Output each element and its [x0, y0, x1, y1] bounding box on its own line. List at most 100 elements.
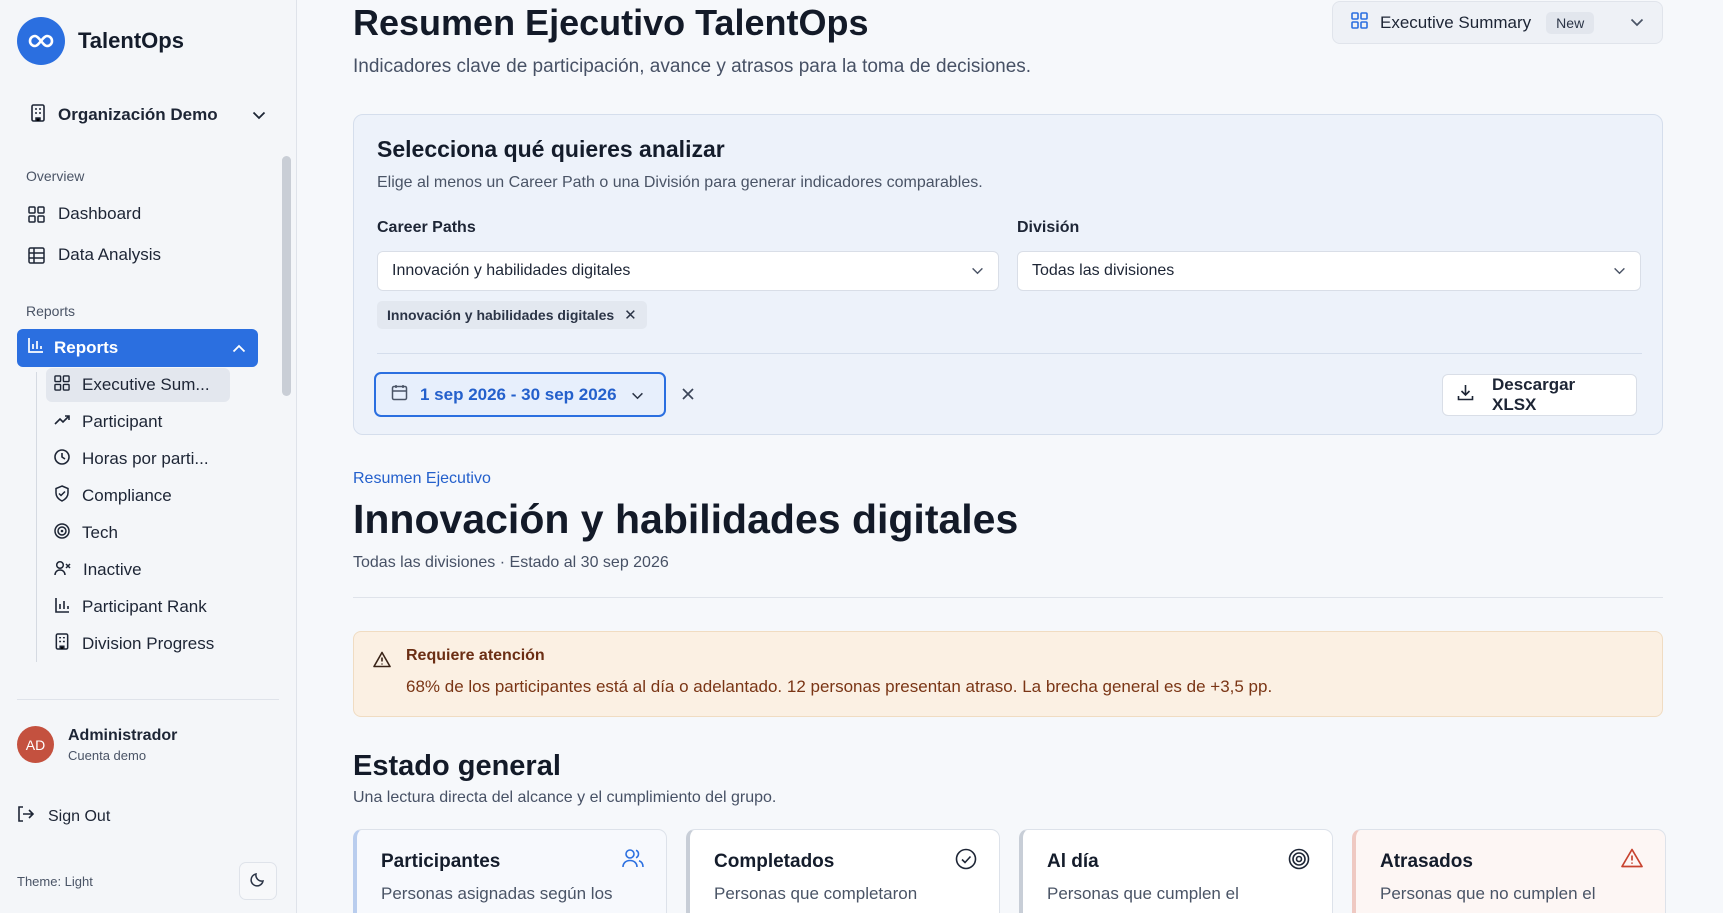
grid-icon — [54, 374, 70, 396]
target-icon — [54, 522, 70, 544]
chevron-down-icon — [971, 262, 984, 280]
submenu-guide-line — [36, 372, 37, 662]
theme-label: Theme: Light — [17, 874, 93, 889]
date-range-value: 1 sep 2026 - 30 sep 2026 — [420, 384, 617, 404]
section-divider — [353, 597, 1663, 598]
clock-icon — [54, 448, 70, 470]
nav-item-label: Dashboard — [58, 204, 142, 223]
nav-item-data-analysis[interactable]: Data Analysis — [26, 239, 161, 271]
organization-label: Organización Demo — [58, 105, 218, 124]
users-icon — [622, 848, 644, 873]
table-icon — [26, 245, 46, 265]
division-select[interactable]: Todas las divisiones — [1017, 251, 1641, 291]
kpi-title: Completados — [714, 851, 835, 872]
sub-item-label: Participant Rank — [82, 597, 207, 616]
bar-chart-icon — [27, 337, 44, 359]
user-profile[interactable]: AD Administrador Cuenta demo — [17, 726, 177, 763]
view-selector[interactable]: Executive Summary New — [1332, 1, 1663, 44]
sub-item-participant-rank[interactable]: Participant Rank — [46, 590, 207, 624]
nav-item-label: Data Analysis — [58, 245, 161, 264]
sub-item-inactive[interactable]: Inactive — [46, 553, 142, 587]
avatar: AD — [17, 726, 54, 763]
shield-check-icon — [54, 485, 70, 507]
kpi-title: Al día — [1047, 851, 1099, 872]
building-icon — [54, 633, 70, 655]
filter-subtitle: Elige al menos un Career Path o una Divi… — [377, 174, 983, 191]
grid-icon — [1351, 11, 1368, 34]
kpi-card-participantes[interactable]: Participantes Personas asignadas según l… — [353, 829, 667, 913]
chevron-down-icon — [1613, 262, 1626, 280]
sidebar-scrollbar[interactable] — [282, 156, 291, 396]
sub-item-label: Inactive — [83, 560, 142, 579]
page-subtitle: Indicadores clave de participación, avan… — [353, 56, 1032, 77]
chip-label: Innovación y habilidades digitales — [387, 307, 615, 323]
status-title: Estado general — [353, 750, 561, 782]
date-range-picker[interactable]: 1 sep 2026 - 30 sep 2026 — [374, 372, 666, 417]
sub-item-label: Division Progress — [82, 634, 215, 653]
alert-title: Requiere atención — [406, 647, 545, 664]
brand[interactable]: TalentOps — [17, 17, 184, 65]
chevron-up-icon — [232, 338, 246, 358]
alert-text: 68% de los participantes está al día o a… — [406, 677, 1273, 696]
main-content: Resumen Ejecutivo TalentOps Indicadores … — [297, 0, 1723, 913]
sub-item-label: Executive Sum... — [82, 375, 210, 394]
summary-meta: Todas las divisiones · Estado al 30 sep … — [353, 554, 669, 571]
sidebar: TalentOps Organización Demo Overview Das… — [0, 0, 297, 913]
building-icon — [30, 103, 46, 127]
brand-name: TalentOps — [78, 28, 184, 53]
user-name: Administrador — [68, 726, 178, 744]
kpi-card-completados[interactable]: Completados Personas que completaron — [686, 829, 1000, 913]
nav-item-dashboard[interactable]: Dashboard — [26, 198, 141, 230]
status-subtitle: Una lectura directa del alcance y el cum… — [353, 789, 777, 806]
warning-icon — [373, 651, 391, 673]
nav-item-reports[interactable]: Reports — [17, 329, 258, 367]
chevron-down-icon — [631, 385, 644, 405]
sub-item-compliance[interactable]: Compliance — [46, 479, 172, 513]
user-account: Cuenta demo — [68, 747, 147, 763]
download-icon — [1457, 384, 1474, 406]
kpi-description: Personas que completaron — [714, 884, 918, 903]
target-icon — [1288, 848, 1310, 875]
talentops-logo-icon — [17, 17, 65, 65]
chevron-down-icon — [1630, 14, 1644, 32]
grid-icon — [26, 204, 46, 224]
new-badge: New — [1546, 11, 1595, 34]
nav-item-label: Reports — [54, 338, 119, 357]
filter-divider — [377, 353, 1642, 354]
sub-item-participant[interactable]: Participant — [46, 405, 162, 439]
career-paths-label: Career Paths — [377, 219, 476, 236]
calendar-icon — [391, 384, 408, 406]
sub-item-label: Compliance — [82, 486, 172, 505]
download-label: Descargar XLSX — [1492, 375, 1576, 414]
clear-date-icon[interactable] — [681, 387, 695, 406]
sign-out-button[interactable]: Sign Out — [17, 806, 110, 827]
chip-remove-icon[interactable]: ✕ — [624, 306, 637, 324]
warning-icon — [1621, 848, 1643, 873]
view-selector-label: Executive Summary — [1380, 12, 1532, 32]
trend-up-icon — [54, 412, 70, 433]
sub-item-horas[interactable]: Horas por parti... — [46, 442, 209, 476]
bar-chart-icon — [54, 597, 70, 618]
kpi-card-atrasados[interactable]: Atrasados Personas que no cumplen el — [1352, 829, 1666, 913]
sidebar-divider — [17, 699, 279, 700]
sign-out-icon — [17, 806, 35, 827]
moon-icon — [250, 871, 266, 892]
sub-item-executive-summary[interactable]: Executive Sum... — [46, 368, 230, 402]
summary-title: Innovación y habilidades digitales — [353, 496, 1019, 542]
kpi-description: Personas que cumplen el — [1047, 884, 1239, 903]
filter-card: Selecciona qué quieres analizar Elige al… — [353, 114, 1663, 435]
sub-item-label: Tech — [82, 523, 118, 542]
organization-selector[interactable]: Organización Demo — [30, 100, 266, 130]
kpi-card-al-dia[interactable]: Al día Personas que cumplen el — [1019, 829, 1333, 913]
sub-item-tech[interactable]: Tech — [46, 516, 118, 550]
career-path-chip: Innovación y habilidades digitales ✕ — [377, 301, 647, 329]
sub-item-division-progress[interactable]: Division Progress — [46, 627, 214, 661]
reports-section-label: Reports — [26, 303, 76, 319]
check-circle-icon — [955, 848, 977, 875]
career-paths-select[interactable]: Innovación y habilidades digitales — [377, 251, 999, 291]
download-xlsx-button[interactable]: Descargar XLSX — [1442, 374, 1637, 416]
division-label: División — [1017, 219, 1080, 236]
user-x-icon — [54, 560, 71, 581]
attention-alert: Requiere atención 68% de los participant… — [353, 631, 1663, 717]
theme-toggle-button[interactable] — [239, 862, 277, 900]
